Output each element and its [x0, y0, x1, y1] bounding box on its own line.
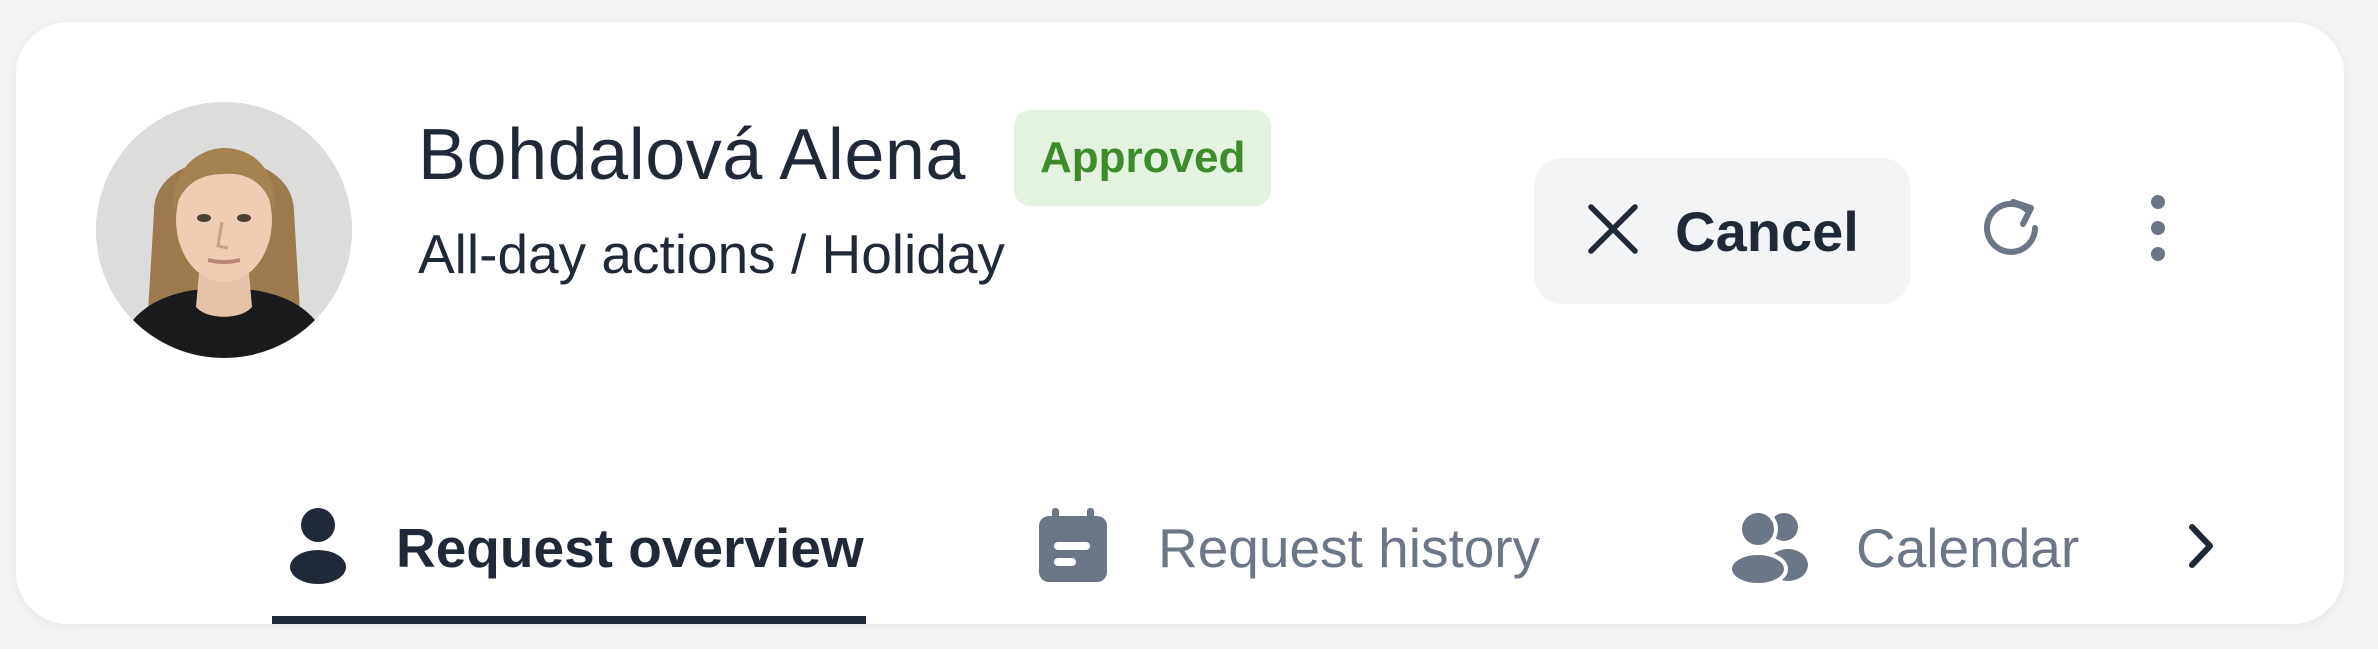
tab-bar: Request overview Request history Calenda…: [16, 472, 2344, 624]
tab-label: Calendar: [1856, 517, 2080, 579]
refresh-icon: [1977, 194, 2045, 267]
tab-request-overview[interactable]: Request overview: [288, 472, 864, 624]
tab-label: Request history: [1158, 517, 1541, 579]
user-icon: [288, 507, 348, 590]
more-options-button[interactable]: [2110, 182, 2206, 278]
chevron-right-icon: [2182, 521, 2218, 576]
tab-calendar[interactable]: Calendar: [1728, 472, 2080, 624]
cancel-button[interactable]: Cancel: [1534, 158, 1910, 304]
status-badge: Approved: [1014, 110, 1272, 206]
calendar-icon: [1036, 507, 1110, 589]
tabs-scroll-right-button[interactable]: [2152, 500, 2248, 596]
refresh-button[interactable]: [1963, 182, 2059, 278]
employee-name: Bohdalová Alena: [418, 115, 966, 195]
cancel-button-label: Cancel: [1675, 199, 1859, 263]
more-vertical-icon: [2148, 194, 2168, 267]
close-icon: [1585, 201, 1641, 262]
users-icon: [1728, 507, 1808, 590]
tab-label: Request overview: [396, 517, 864, 579]
avatar: [96, 102, 352, 358]
tab-request-history[interactable]: Request history: [1036, 472, 1540, 624]
request-header-card: Bohdalová Alena Approved All-day actions…: [16, 22, 2344, 624]
request-type-breadcrumb: All-day actions / Holiday: [418, 223, 1005, 285]
active-tab-indicator: [272, 616, 866, 624]
